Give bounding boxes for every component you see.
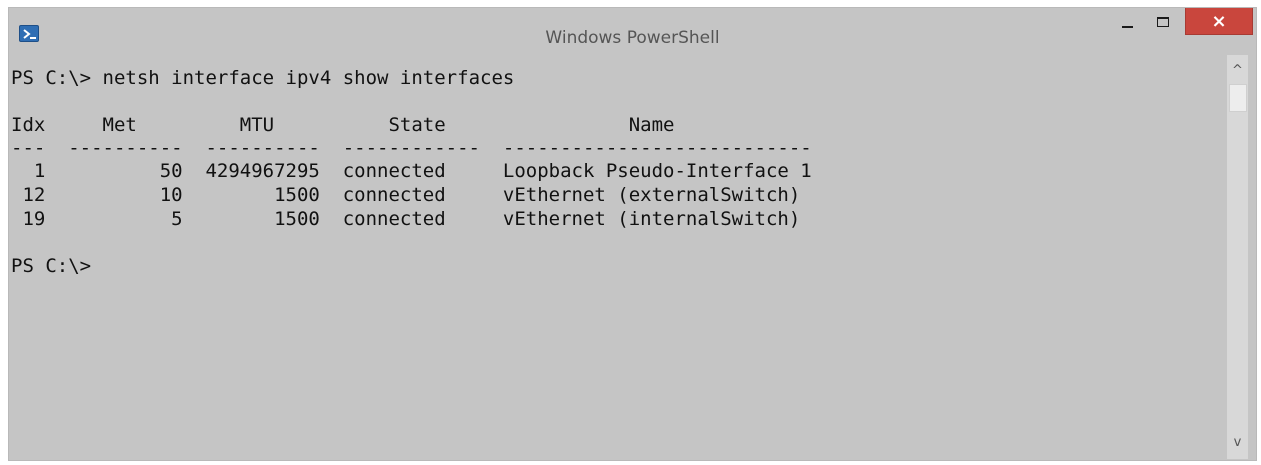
- scroll-up-icon[interactable]: ^: [1227, 60, 1248, 82]
- final-prompt[interactable]: PS C:\>: [11, 254, 91, 278]
- close-icon: ×: [1211, 11, 1227, 32]
- vertical-scrollbar[interactable]: ^ v: [1218, 55, 1254, 459]
- prompt: PS C:\>: [11, 67, 103, 89]
- window-title: Windows PowerShell: [545, 28, 720, 48]
- console-output[interactable]: PS C:\> netsh interface ipv4 show interf…: [11, 55, 1217, 459]
- command-line: PS C:\> netsh interface ipv4 show interf…: [11, 66, 514, 90]
- powershell-window: Windows PowerShell × PS C:\> netsh inter…: [8, 7, 1257, 461]
- scroll-down-icon[interactable]: v: [1227, 432, 1248, 454]
- table-row: 12 10 1500 connected vEthernet (external…: [11, 184, 801, 206]
- table-row: 19 5 1500 connected vEthernet (internalS…: [11, 208, 801, 230]
- scroll-thumb[interactable]: [1229, 84, 1247, 112]
- minimize-icon: [1122, 26, 1133, 28]
- command-text: netsh interface ipv4 show interfaces: [102, 67, 515, 89]
- table-header: Idx Met MTU State Name: [11, 114, 675, 136]
- close-button[interactable]: ×: [1185, 8, 1253, 35]
- table-row: 1 50 4294967295 connected Loopback Pseud…: [11, 160, 812, 182]
- table-separator: --- ---------- ---------- ------------ -…: [11, 137, 812, 159]
- minimize-button[interactable]: [1110, 8, 1144, 37]
- maximize-icon: [1157, 17, 1169, 27]
- title-bar[interactable]: Windows PowerShell ×: [9, 8, 1256, 54]
- maximize-button[interactable]: [1147, 8, 1181, 37]
- scroll-track[interactable]: [1227, 55, 1248, 459]
